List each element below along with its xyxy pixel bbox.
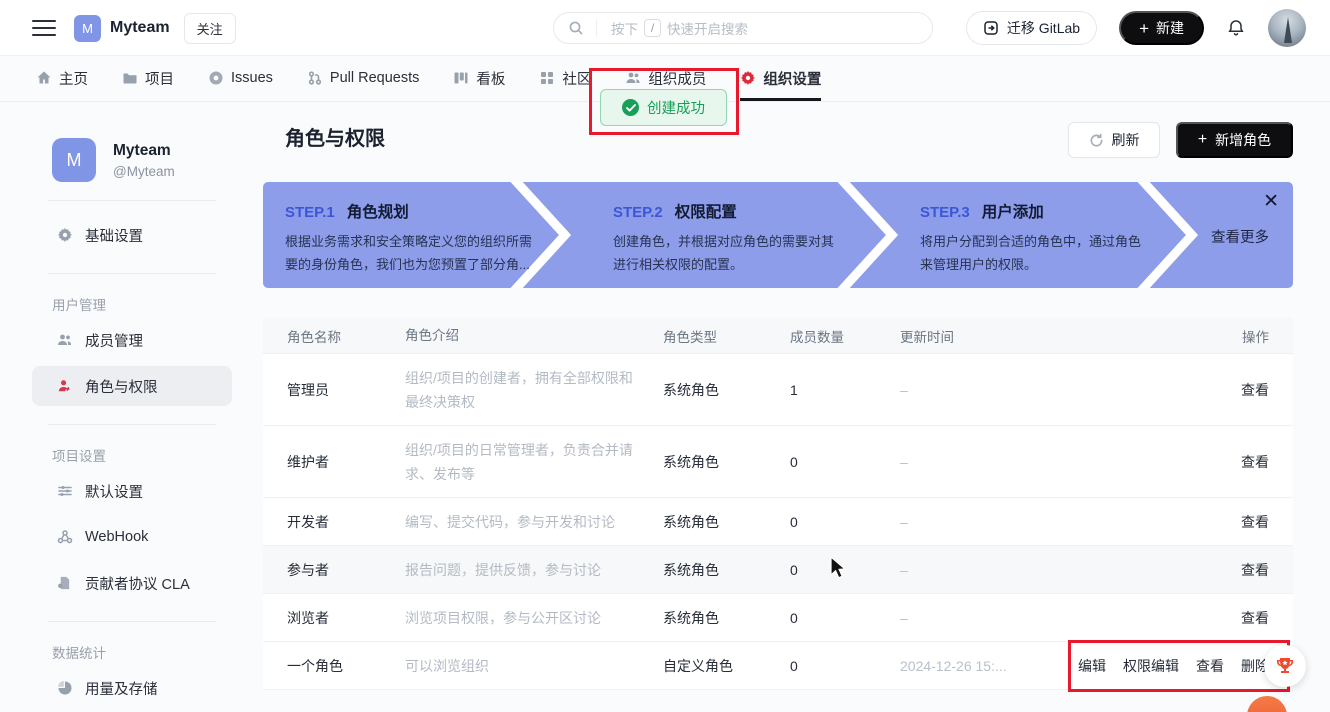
trophy-fab-button[interactable] — [1264, 645, 1306, 687]
migrate-gitlab-button[interactable]: 迁移 GitLab — [966, 11, 1097, 45]
community-grid-icon — [539, 70, 555, 86]
notifications-bell-icon[interactable] — [1226, 18, 1246, 38]
table-row-developer: 开发者 编写、提交代码，参与开发和讨论 系统角色 0 – 查看 — [263, 498, 1293, 546]
create-new-button[interactable]: + 新建 — [1119, 11, 1204, 45]
sidebar-item-roles-permissions[interactable]: 角色与权限 — [32, 366, 232, 406]
sidebar-item-basic-settings[interactable]: 基础设置 — [32, 215, 232, 255]
section-label-user-management: 用户管理 — [52, 294, 232, 314]
sliders-icon — [56, 483, 73, 499]
floating-helper-button[interactable] — [1247, 696, 1287, 712]
step-1: STEP.1 角色规划 根据业务需求和安全策略定义您的组织所需要的身份角色，我们… — [285, 200, 535, 276]
slash-key-icon: / — [644, 19, 661, 37]
members-icon — [625, 70, 641, 86]
step-2: STEP.2 权限配置 创建角色，并根据对应角色的需要对其进行相关权限的配置。 — [613, 200, 845, 276]
home-icon — [36, 70, 52, 86]
table-row-contributor: 参与者 报告问题，提供反馈，参与讨论 系统角色 0 – 查看 — [263, 546, 1293, 594]
view-link[interactable]: 查看 — [1241, 380, 1269, 400]
divider — [48, 424, 216, 425]
tab-org-settings[interactable]: 组织设置 — [740, 56, 821, 101]
tab-home[interactable]: 主页 — [36, 56, 88, 101]
check-circle-icon — [622, 99, 639, 116]
sidebar-org-avatar: M — [52, 138, 96, 182]
close-icon[interactable]: ✕ — [1263, 190, 1279, 213]
user-avatar[interactable] — [1268, 9, 1306, 47]
page-title: 角色与权限 — [285, 122, 385, 151]
refresh-icon — [1089, 133, 1104, 148]
import-icon — [983, 20, 999, 36]
table-row-admin: 管理员 组织/项目的创建者，拥有全部权限和最终决策权 系统角色 1 – 查看 — [263, 354, 1293, 426]
pie-chart-icon — [56, 680, 73, 696]
hamburger-menu-icon[interactable] — [32, 20, 56, 36]
view-link[interactable]: 查看 — [1196, 656, 1224, 676]
roles-table: 角色名称 角色介绍 角色类型 成员数量 更新时间 操作 管理员 组织/项目的创建… — [263, 318, 1293, 690]
sidebar-org-name: Myteam — [113, 142, 175, 160]
app-screen: M Myteam 关注 按下 / 快速开启搜索 — [0, 0, 1330, 712]
pull-request-icon — [307, 70, 323, 86]
document-icon — [56, 575, 73, 591]
sidebar-item-webhook[interactable]: WebHook — [32, 517, 232, 557]
sidebar-item-member-management[interactable]: 成员管理 — [32, 320, 232, 360]
plus-icon: + — [1139, 20, 1149, 37]
divider — [48, 273, 216, 274]
gear-icon — [56, 227, 73, 243]
gear-icon — [740, 70, 756, 86]
add-role-button[interactable]: + 新增角色 — [1176, 122, 1293, 158]
sidebar-item-default-settings[interactable]: 默认设置 — [32, 471, 232, 511]
tab-issues[interactable]: Issues — [208, 56, 273, 101]
sidebar-org-handle: @Myteam — [113, 164, 175, 179]
divider — [48, 621, 216, 622]
tab-pull-requests[interactable]: Pull Requests — [307, 56, 419, 101]
search-input[interactable]: 按下 / 快速开启搜索 — [553, 12, 933, 44]
refresh-button[interactable]: 刷新 — [1068, 122, 1160, 158]
step-3: STEP.3 用户添加 将用户分配到合适的角色中，通过角色来管理用户的权限。 — [920, 200, 1148, 276]
plus-icon: + — [1198, 132, 1207, 148]
sidebar-item-cla[interactable]: 贡献者协议 CLA — [32, 563, 232, 603]
view-link[interactable]: 查看 — [1241, 608, 1269, 628]
table-row-custom-role: 一个角色 可以浏览组织 自定义角色 0 2024-12-26 15:... 编辑… — [263, 642, 1293, 690]
table-header: 角色名称 角色介绍 角色类型 成员数量 更新时间 操作 — [263, 318, 1293, 354]
divider — [48, 200, 216, 201]
settings-sidebar: M Myteam @Myteam 基础设置 用户管理 成员管理 角色与权限 — [32, 138, 232, 708]
edit-link[interactable]: 编辑 — [1078, 656, 1106, 676]
org-logo[interactable]: M — [74, 15, 101, 42]
section-label-statistics: 数据统计 — [52, 642, 232, 662]
table-row-maintainer: 维护者 组织/项目的日常管理者，负责合并请求、发布等 系统角色 0 – 查看 — [263, 426, 1293, 498]
members-icon — [56, 332, 73, 348]
search-icon — [568, 20, 584, 36]
view-link[interactable]: 查看 — [1241, 452, 1269, 472]
search-placeholder: 按下 / 快速开启搜索 — [611, 18, 748, 38]
tab-community[interactable]: 社区 — [539, 56, 591, 101]
view-link[interactable]: 查看 — [1241, 560, 1269, 580]
org-name: Myteam — [110, 19, 170, 37]
trophy-icon — [1274, 655, 1296, 677]
webhook-icon — [56, 529, 73, 545]
tab-projects[interactable]: 项目 — [122, 56, 174, 101]
sidebar-item-usage-storage[interactable]: 用量及存储 — [32, 668, 232, 708]
top-navbar: M Myteam 关注 按下 / 快速开启搜索 — [0, 0, 1330, 56]
success-toast: 创建成功 — [600, 89, 727, 126]
folder-icon — [122, 70, 138, 86]
view-link[interactable]: 查看 — [1241, 512, 1269, 532]
permission-edit-link[interactable]: 权限编辑 — [1123, 656, 1179, 676]
onboarding-steps-banner: STEP.1 角色规划 根据业务需求和安全策略定义您的组织所需要的身份角色，我们… — [263, 182, 1293, 288]
issue-icon — [208, 70, 224, 86]
follow-button[interactable]: 关注 — [184, 13, 236, 44]
tab-boards[interactable]: 看板 — [453, 56, 505, 101]
board-icon — [453, 70, 469, 86]
role-person-icon — [56, 378, 73, 394]
section-label-project-settings: 项目设置 — [52, 445, 232, 465]
view-more-link[interactable]: 查看更多 — [1211, 226, 1269, 247]
table-row-viewer: 浏览者 浏览项目权限，参与公开区讨论 系统角色 0 – 查看 — [263, 594, 1293, 642]
